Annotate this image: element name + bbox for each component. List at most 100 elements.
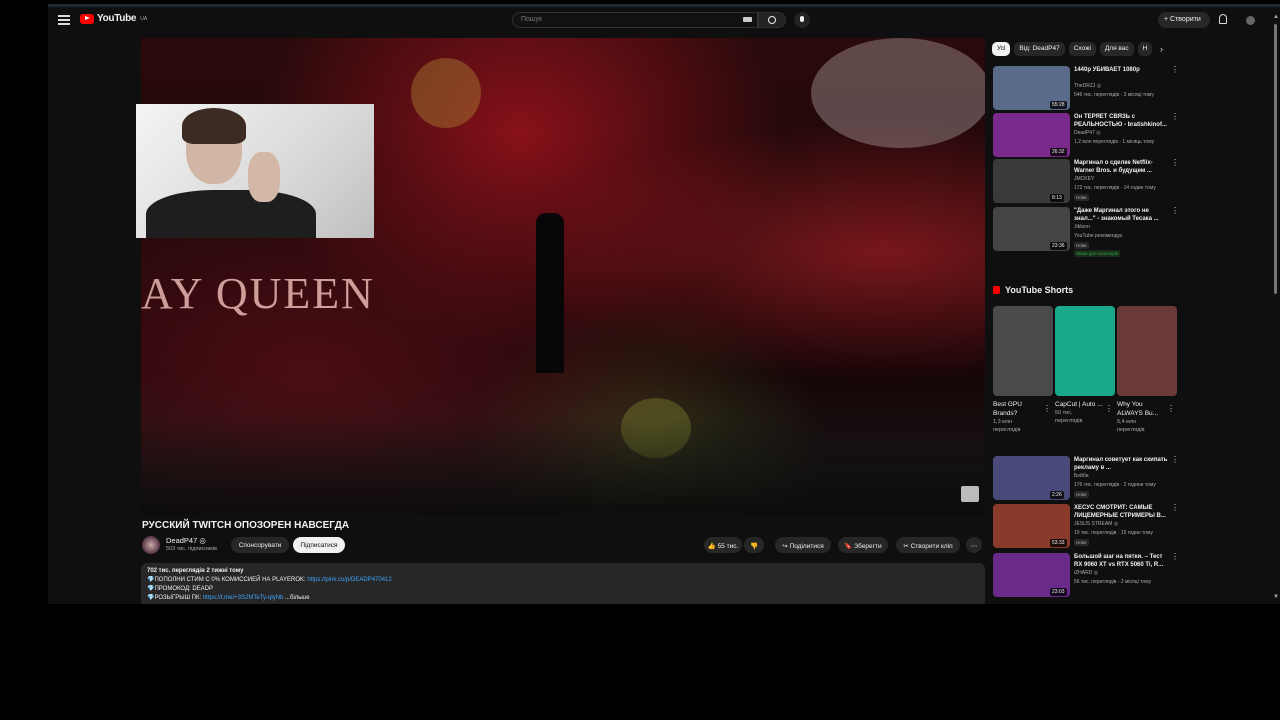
notifications-icon[interactable]	[1219, 14, 1227, 24]
video-duration: 53:33	[1050, 539, 1067, 547]
description-link[interactable]: https://pink.cu/p/DEADP470412	[307, 577, 391, 583]
scrollbar-thumb[interactable]	[1274, 24, 1277, 294]
more-vert-icon[interactable]: ⋮	[1043, 404, 1051, 413]
scroll-down-icon[interactable]: ▼	[1273, 594, 1279, 600]
short-card[interactable]: Why You ALWAYS Bu... 5,4 млн переглядів ⋮	[1117, 306, 1177, 434]
show-more-link[interactable]: ...більше	[285, 595, 310, 601]
short-thumbnail[interactable]	[993, 306, 1053, 396]
recommended-video[interactable]: 8:13 Маргинал о сделке Netflix-Warner Bro…	[993, 159, 1179, 205]
video-title[interactable]: 1440p УБИВАЕТ 1080p	[1074, 66, 1170, 74]
channel-name[interactable]: JMCKEY	[1074, 176, 1094, 182]
video-meta: 10 тис. переглядів · 15 годин тому	[1074, 530, 1154, 536]
chip-for-you[interactable]: Для вас	[1099, 42, 1134, 56]
description-line: 💎ПРОМОКОД: DEADP	[147, 586, 214, 592]
short-title[interactable]: Why You ALWAYS Bu...	[1117, 400, 1165, 418]
menu-icon[interactable]	[58, 15, 70, 25]
more-vert-icon[interactable]: ⋮	[1171, 504, 1179, 512]
recommended-video[interactable]: 55:28 1440p УБИВАЕТ 1080p TheDRZJ ◎ 546 тис…	[993, 66, 1179, 112]
channel-name[interactable]: iZHARD ◎	[1074, 570, 1098, 576]
video-meta: YouTube рекомендує	[1074, 233, 1123, 239]
stage-floor	[141, 418, 985, 514]
description-text: 💎ПОПОЛНИ СТИМ С 0% КОМИССИЕЙ НА PLAYEROK…	[147, 577, 308, 583]
browser-viewport: YouTube UA Пошук + Створити AY QUEEN РУСС…	[48, 4, 1280, 604]
player-corner-thumbnail[interactable]	[961, 486, 979, 502]
more-actions-button[interactable]: ⋯	[966, 537, 982, 553]
channel-name[interactable]: Бейби	[1074, 473, 1089, 479]
sponsor-button[interactable]: Спонсорувати	[231, 537, 289, 553]
youtube-logo[interactable]: YouTube UA	[80, 13, 147, 24]
create-button[interactable]: + Створити	[1158, 12, 1210, 28]
channel-name[interactable]: DeadP47 ◎	[166, 536, 206, 545]
short-card[interactable]: Best GPU Brands? 1,3 млн переглядів ⋮	[993, 306, 1053, 434]
keyboard-icon[interactable]	[743, 17, 752, 22]
video-title: РУССКИЙ TWITCH ОПОЗОРЕН НАВСЕГДА	[142, 520, 350, 531]
webcam-hand	[248, 152, 280, 202]
sponsor-badge: Лише для спонсорів	[1074, 250, 1121, 257]
scroll-up-icon[interactable]: ▲	[1273, 14, 1279, 20]
recommended-video[interactable]: 23:36 "Даже Маргинал этого не знал..." - …	[993, 207, 1179, 257]
more-vert-icon[interactable]: ⋮	[1105, 404, 1113, 413]
dislike-button[interactable]: 👎	[744, 537, 764, 553]
description-link[interactable]: https://t.me/+3S2MTeTy-qlyNb	[203, 595, 284, 601]
recommended-video[interactable]: 53:33 ХЕСУС СМОТРИТ: САМЫЕ ЛИЦЕМЕРНЫЕ СТР…	[993, 504, 1179, 550]
shorts-icon	[993, 286, 1000, 294]
more-vert-icon[interactable]: ⋮	[1171, 207, 1179, 215]
new-badge: Нове	[1074, 491, 1089, 498]
like-button[interactable]: 👍 55 тис.	[704, 537, 742, 553]
short-views: 5,4 млн переглядів	[1117, 419, 1145, 433]
light-flare	[411, 58, 481, 128]
video-meta: 56 тис. переглядів · 2 місяці тому	[1074, 579, 1152, 585]
video-meta: 546 тис. переглядів · 3 місяці тому	[1074, 92, 1154, 98]
channel-name[interactable]: Jiblunn	[1074, 224, 1090, 230]
chip-all[interactable]: Усі	[992, 42, 1011, 56]
chip-partial[interactable]: Н	[1137, 42, 1153, 56]
channel-name[interactable]: JESUS STREAM ◎	[1074, 521, 1118, 527]
webcam-overlay	[136, 104, 374, 238]
short-title[interactable]: Best GPU Brands?	[993, 400, 1041, 418]
more-vert-icon[interactable]: ⋮	[1171, 113, 1179, 121]
description-line: 💎ПОПОЛНИ СТИМ С 0% КОМИССИЕЙ НА PLAYEROK…	[147, 576, 979, 585]
more-vert-icon[interactable]: ⋮	[1171, 456, 1179, 464]
shorts-heading-text: YouTube Shorts	[1005, 285, 1074, 295]
voice-search-icon[interactable]	[794, 12, 810, 28]
recommended-video[interactable]: 26:32 Он ТЕРЯЕТ СВЯЗЬ с РЕАЛЬНОСТЬЮ - bra…	[993, 113, 1179, 159]
search-input[interactable]: Пошук	[512, 12, 758, 28]
video-title[interactable]: Маргинал советует как скипать рекламу в …	[1074, 456, 1170, 472]
clip-button[interactable]: ✂ Створити кліп	[896, 537, 960, 553]
description-line: 💎РОЗЫГРЫШ ПК: https://t.me/+3S2MTeTy-qly…	[147, 594, 979, 603]
chevron-right-icon[interactable]: ›	[1160, 44, 1163, 54]
chip-related[interactable]: Схожі	[1068, 42, 1096, 56]
subscribe-button[interactable]: Підписатися	[293, 537, 345, 553]
more-vert-icon[interactable]: ⋮	[1171, 159, 1179, 167]
channel-avatar[interactable]	[142, 536, 160, 554]
new-badge: Нове	[1074, 242, 1089, 249]
account-avatar[interactable]	[1246, 16, 1255, 25]
share-button[interactable]: ↪ Поділитися	[775, 537, 831, 553]
stage-performer	[536, 213, 564, 373]
description-meta: 702 тис. переглядів 2 тижні тому	[147, 568, 244, 574]
video-title[interactable]: Он ТЕРЯЕТ СВЯЗЬ с РЕАЛЬНОСТЬЮ - bratishk…	[1074, 113, 1170, 129]
light-flare	[811, 38, 985, 148]
channel-name[interactable]: DeadP47 ◎	[1074, 130, 1101, 136]
more-vert-icon[interactable]: ⋮	[1167, 404, 1175, 413]
save-button[interactable]: 🔖 Зберегти	[838, 537, 888, 553]
video-duration: 8:13	[1050, 194, 1064, 202]
short-thumbnail[interactable]	[1055, 306, 1115, 396]
video-title[interactable]: Маргинал о сделке Netflix-Warner Bros. и…	[1074, 159, 1170, 175]
short-title[interactable]: CapCut | Auto ...	[1055, 400, 1103, 409]
chip-from-channel[interactable]: Від: DeadP47	[1014, 42, 1065, 56]
recommended-video[interactable]: 23:03 Большой шаг на пятки. – Тест RX 906…	[993, 553, 1179, 599]
video-duration: 23:36	[1050, 242, 1067, 250]
more-vert-icon[interactable]: ⋮	[1171, 66, 1179, 74]
new-badge: Нове	[1074, 539, 1089, 546]
channel-name[interactable]: TheDRZJ ◎	[1074, 83, 1101, 89]
description-box[interactable]: 702 тис. переглядів 2 тижні тому 💎ПОПОЛН…	[141, 563, 985, 604]
video-title[interactable]: "Даже Маргинал этого не знал..." - знако…	[1074, 207, 1170, 223]
short-thumbnail[interactable]	[1117, 306, 1177, 396]
recommended-video[interactable]: 2:26 Маргинал советует как скипать реклам…	[993, 456, 1179, 502]
video-title[interactable]: ХЕСУС СМОТРИТ: САМЫЕ ЛИЦЕМЕРНЫЕ СТРИМЕРЫ…	[1074, 504, 1170, 520]
search-button[interactable]	[758, 12, 786, 28]
more-vert-icon[interactable]: ⋮	[1171, 553, 1179, 561]
short-card[interactable]: CapCut | Auto ... 50 тис. переглядів ⋮	[1055, 306, 1115, 425]
video-title[interactable]: Большой шаг на пятки. – Тест RX 9060 XT …	[1074, 553, 1170, 569]
